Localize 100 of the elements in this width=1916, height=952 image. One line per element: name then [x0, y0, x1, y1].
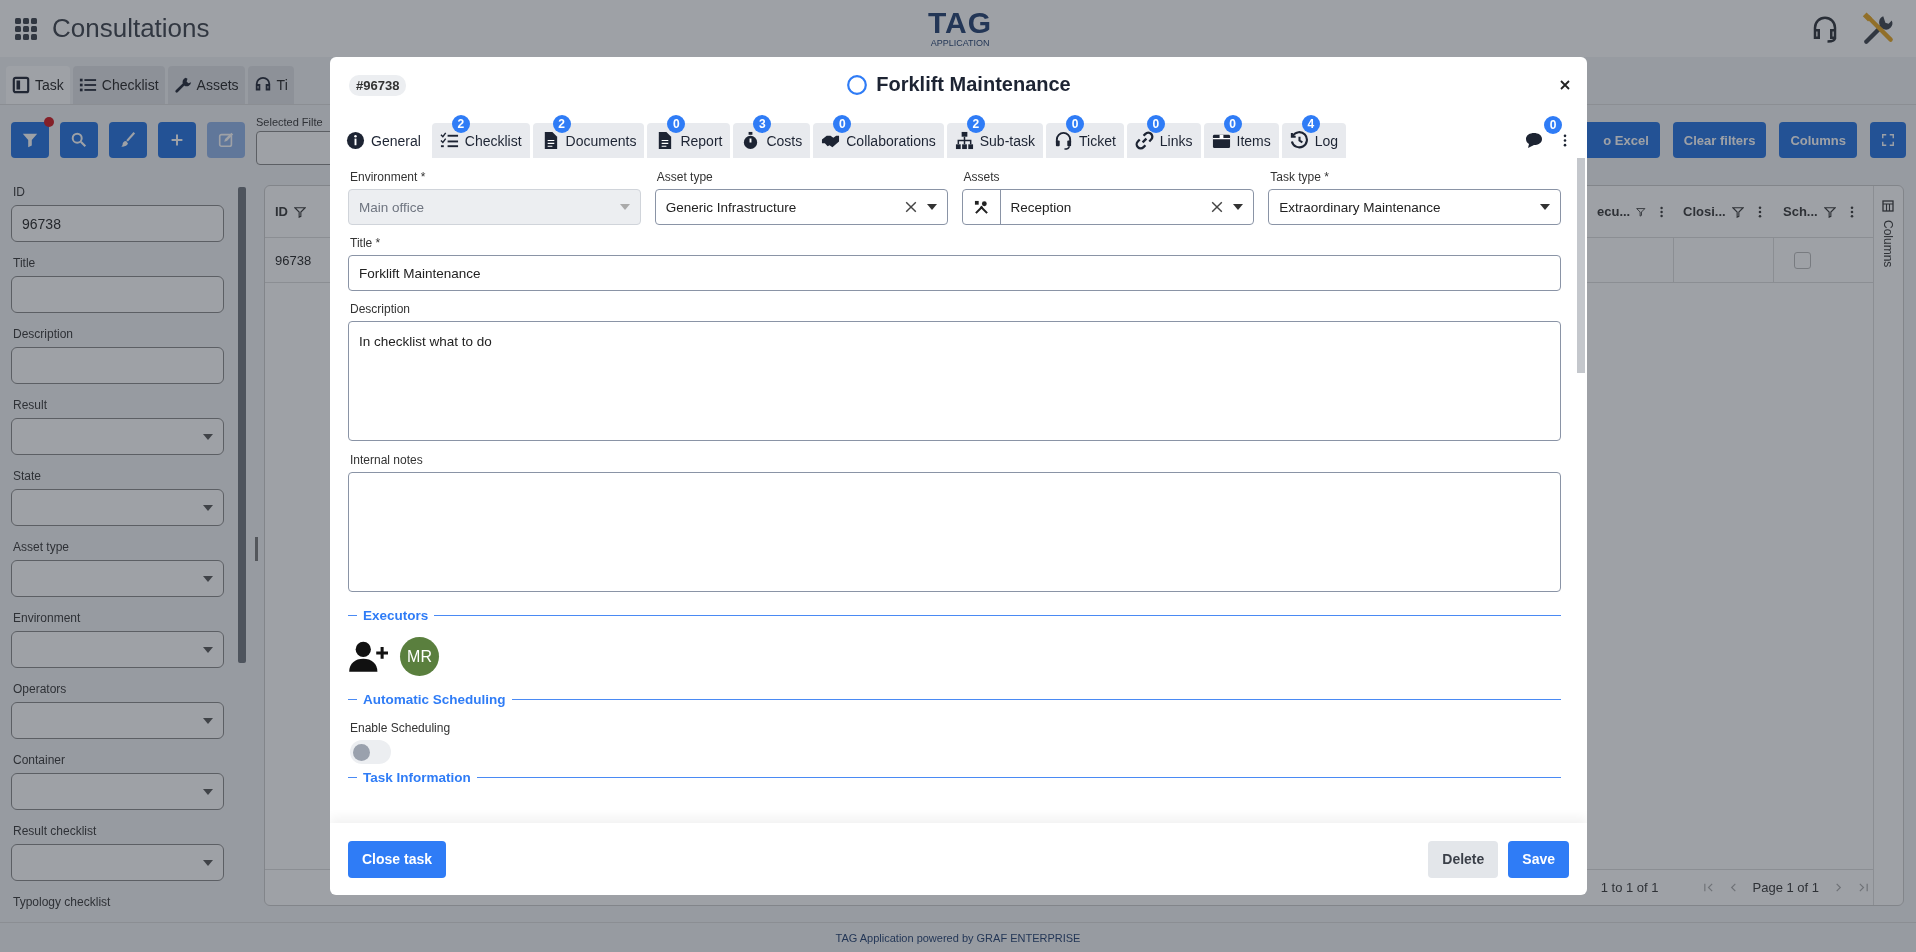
column-header[interactable]: ID — [275, 204, 288, 219]
close-task-button[interactable]: Close task — [348, 840, 447, 878]
select-field[interactable]: Extraordinary Maintenance — [1268, 189, 1561, 225]
filter-label: Environment — [13, 611, 82, 625]
last-page-icon[interactable] — [1858, 882, 1869, 893]
count-badge: 2 — [552, 115, 571, 133]
logo-subtext: APPLICATION — [930, 38, 990, 49]
filter-select[interactable] — [11, 844, 224, 881]
tools-icon[interactable] — [1862, 11, 1896, 46]
column-menu-icon[interactable] — [1757, 205, 1762, 218]
clear-icon[interactable] — [904, 201, 917, 213]
select-field[interactable]: Generic Infrastructure — [654, 189, 948, 225]
filter-label: State — [13, 469, 43, 483]
filter-select[interactable] — [11, 631, 224, 668]
section-heading: Task Information — [363, 770, 471, 785]
columns-side-tab[interactable]: Columns — [1874, 186, 1895, 268]
page-tab[interactable]: Assets — [167, 66, 245, 104]
first-page-icon[interactable] — [1702, 882, 1714, 893]
brush-icon — [119, 131, 137, 149]
count-badge: 0 — [1544, 115, 1562, 134]
count-badge: 0 — [667, 115, 686, 133]
page-tab[interactable]: Ti — [247, 66, 294, 104]
filter-select[interactable] — [11, 773, 224, 810]
brush-button[interactable] — [109, 122, 147, 158]
hierarchy-icon — [954, 131, 974, 150]
filter-select[interactable] — [11, 489, 224, 526]
scrollbar[interactable] — [1577, 158, 1585, 373]
fullscreen-button[interactable] — [1870, 122, 1906, 158]
resize-handle[interactable] — [254, 536, 258, 561]
count-badge: 2 — [451, 115, 470, 133]
filter-input[interactable] — [11, 276, 224, 313]
footer-text: TAG Application powered by GRAF ENTERPRISE — [835, 931, 1081, 944]
list-icon — [78, 76, 97, 94]
dialog-title: Forklift Maintenance — [876, 73, 1071, 96]
history-icon — [1289, 131, 1309, 150]
search-button[interactable] — [60, 122, 98, 158]
filter-icon[interactable] — [1636, 205, 1646, 218]
field-label: Enable Scheduling — [350, 721, 452, 735]
description-textarea[interactable]: In checklist what to do — [348, 321, 1561, 441]
info-icon — [346, 131, 365, 150]
filter-select[interactable] — [11, 702, 224, 739]
filter-label: Result — [13, 398, 48, 412]
scrollbar[interactable] — [238, 187, 246, 663]
toggle-switch[interactable] — [350, 740, 391, 764]
count-badge: 2 — [966, 115, 985, 133]
filter-label: Title — [13, 256, 37, 270]
clear-icon[interactable] — [1211, 201, 1224, 213]
more-options-icon[interactable] — [1563, 134, 1567, 147]
count-badge: 0 — [1223, 115, 1242, 133]
add-person-icon[interactable] — [348, 640, 388, 673]
save-button[interactable]: Save — [1508, 840, 1569, 878]
page-tab[interactable]: Checklist — [72, 66, 165, 104]
filter-icon[interactable] — [1823, 205, 1836, 218]
page-tab[interactable]: Task — [6, 66, 70, 104]
wrench-icon — [173, 76, 192, 94]
filter-input[interactable]: 96738 — [11, 205, 224, 242]
user-avatar[interactable]: MR — [400, 637, 439, 676]
filter-select[interactable] — [11, 418, 224, 455]
filter-label: Typology checklist — [13, 895, 112, 909]
filter-input[interactable] — [11, 347, 224, 384]
field-label: Task type * — [1270, 170, 1330, 184]
filter-button[interactable] — [11, 122, 49, 158]
select-field[interactable]: Reception — [961, 189, 1255, 225]
filter-icon — [21, 131, 39, 149]
add-button[interactable] — [158, 122, 196, 158]
headset-icon — [1054, 131, 1073, 150]
filter-select[interactable] — [11, 560, 224, 597]
column-header[interactable]: ecu... — [1597, 204, 1631, 219]
field-label: Description — [350, 302, 412, 316]
page-indicator-text: Page 1 of 1 — [1752, 880, 1819, 895]
selected-filters-label: Selected Filte — [256, 115, 324, 128]
column-menu-icon[interactable] — [1849, 205, 1854, 218]
status-circle-icon — [846, 73, 869, 96]
filter-icon[interactable] — [294, 205, 306, 218]
dropdown-caret-icon — [203, 788, 213, 795]
close-icon — [1560, 80, 1570, 90]
next-page-icon[interactable] — [1833, 882, 1844, 893]
apps-grid-icon[interactable] — [14, 16, 38, 41]
filter-label: Description — [13, 327, 75, 341]
field-label: Internal notes — [350, 453, 424, 467]
count-badge: 0 — [833, 115, 852, 133]
dropdown-caret-icon — [203, 646, 213, 653]
column-header[interactable]: Closi... — [1683, 204, 1726, 219]
checkbox[interactable] — [1794, 251, 1811, 269]
filter-icon[interactable] — [1731, 205, 1744, 218]
section-heading: Executors — [363, 608, 429, 623]
title-input[interactable]: Forklift Maintenance — [348, 255, 1561, 291]
field-label: Assets — [963, 170, 1001, 184]
delete-button[interactable]: Delete — [1428, 840, 1499, 878]
section-heading: Automatic Scheduling — [363, 692, 506, 707]
board-icon — [12, 76, 30, 94]
dropdown-caret-icon[interactable] — [1540, 204, 1550, 210]
column-header[interactable]: Sch... — [1783, 204, 1818, 219]
column-menu-icon[interactable] — [1659, 205, 1663, 218]
dropdown-caret-icon[interactable] — [1233, 204, 1244, 210]
task-id-badge: #96738 — [349, 74, 407, 96]
field-label: Asset type — [656, 170, 714, 184]
link-icon — [1134, 131, 1154, 150]
dropdown-caret-icon — [203, 717, 213, 724]
dropdown-caret-icon[interactable] — [926, 204, 937, 210]
